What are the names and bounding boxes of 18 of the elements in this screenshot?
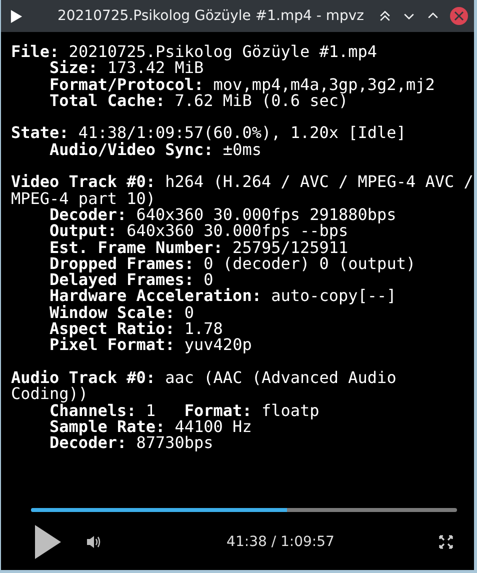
- stat-line: Audio/Video Sync: ±0ms: [50, 140, 262, 159]
- stat-line: Aspect Ratio: 1.78: [50, 319, 223, 338]
- keep-above-icon[interactable]: [378, 9, 392, 23]
- close-icon[interactable]: [450, 7, 468, 25]
- volume-icon[interactable]: [86, 535, 102, 549]
- stat-line: Dropped Frames: 0 (decoder) 0 (output): [50, 254, 416, 273]
- stat-line: Format/Protocol: mov,mp4,m4a,3gp,3g2,mj2: [50, 74, 435, 94]
- play-icon: [10, 8, 23, 24]
- stat-line: Window Scale: 0: [50, 302, 194, 322]
- time-label: 41:38 / 1:09:57: [226, 534, 336, 550]
- stat-line: State: 41:38/1:09:57(60.0%), 1.20x [Idle]: [11, 123, 406, 142]
- play-icon[interactable]: [34, 524, 62, 560]
- stat-line: Size: 173.42 MiB: [50, 58, 204, 78]
- stat-line: Audio Track #0: aac (AAC (Advanced Audio Coding)): [11, 368, 396, 404]
- stat-line: Video Track #0: h264 (H.264 / AVC / MPEG-4 AVC / MPEG-4 part 10): [11, 172, 474, 208]
- fullscreen-icon[interactable]: [439, 535, 453, 549]
- window-title: 20210725.Psikolog Gözüyle #1.mp4 - mpvz: [56, 8, 365, 24]
- stat-line: File: 20210725.Psikolog Gözüyle #1.mp4: [11, 42, 378, 61]
